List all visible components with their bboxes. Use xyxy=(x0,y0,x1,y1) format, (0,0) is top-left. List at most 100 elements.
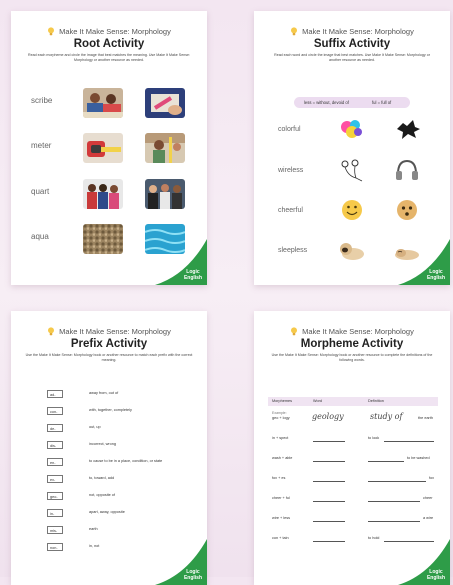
list-item: quart xyxy=(31,179,201,209)
list-item: con-with, together, completely xyxy=(47,407,207,418)
example-row: Example: geo + logy geology study of the… xyxy=(272,411,433,421)
definition-blank[interactable] xyxy=(368,461,404,462)
worksheet-header: Make It Make Sense: Morphology xyxy=(254,27,450,36)
morpheme-activity-card[interactable]: Make It Make Sense: Morphology Morpheme … xyxy=(254,311,450,585)
black-ink-splash-image xyxy=(397,120,420,139)
prefix-meaning: earth xyxy=(89,527,98,531)
handwritten-definition: study of xyxy=(370,412,403,421)
list-item: en-to cause to be in a place, condition,… xyxy=(47,458,207,469)
list-item: ex-to, toward, add xyxy=(47,475,207,486)
vocab-word: cheerful xyxy=(278,207,303,214)
suffix-activity-card[interactable]: Make It Make Sense: Morphology Suffix Ac… xyxy=(254,11,450,285)
worksheet-header: Make It Make Sense: Morphology xyxy=(254,327,450,336)
word-blank[interactable] xyxy=(313,461,345,462)
prefix-meaning: with, together, completely xyxy=(89,408,132,412)
list-item: ad-away from, out of xyxy=(47,390,207,401)
tape-measure-photo xyxy=(83,133,123,163)
word-blank[interactable] xyxy=(313,481,345,482)
prefix-meaning: to, toward, add xyxy=(89,476,115,480)
prefix-box[interactable]: en- xyxy=(47,458,63,466)
worksheet-instructions: Use the Make It Make Sense: Morphology b… xyxy=(271,353,433,362)
word-blank[interactable] xyxy=(313,441,345,442)
prefix-meaning: to cause to be in a place, condition, or… xyxy=(89,459,163,463)
worksheet-title: Morpheme Activity xyxy=(300,338,404,350)
worksheet-instructions: Read each morpheme and circle the image … xyxy=(27,53,190,62)
lightbulb-icon xyxy=(290,327,298,336)
worksheet-title: Root Activity xyxy=(73,38,145,50)
gravel-texture-photo xyxy=(83,224,123,254)
list-item: de-out, up xyxy=(47,424,207,435)
table-row: cheer + ful cheer xyxy=(272,496,433,502)
prefix-box[interactable]: non- xyxy=(47,543,63,551)
logic-of-english-logo: Logic English xyxy=(426,269,445,281)
prefix-box[interactable]: ex- xyxy=(47,475,63,483)
awake-pug-image xyxy=(340,243,364,260)
morpheme-word: scribe xyxy=(31,96,53,105)
prefix-box[interactable]: ad- xyxy=(47,390,63,398)
family-portrait-photo xyxy=(83,179,123,209)
word-blank[interactable] xyxy=(313,501,345,502)
table-row: wash + able to be washed xyxy=(272,456,430,462)
prefix-box[interactable]: in- xyxy=(47,509,63,517)
prefix-meaning: out, up xyxy=(89,425,101,429)
morpheme-word: quart xyxy=(31,187,50,196)
prefix-box[interactable]: dis- xyxy=(47,441,63,449)
handwritten-word: geology xyxy=(312,412,344,421)
list-item: cheerful xyxy=(278,198,438,224)
list-item: geo-not, opposite of xyxy=(47,492,207,503)
group-friends-photo xyxy=(145,179,185,209)
table-header: Morphemes Word Definition xyxy=(268,397,438,406)
neutral-face-image xyxy=(397,200,417,220)
color-splash-image xyxy=(341,120,362,138)
definition-blank[interactable] xyxy=(368,521,420,522)
crayon-hand-photo xyxy=(145,88,185,118)
prefix-meaning: apart, away, opposite xyxy=(89,510,125,514)
worksheet-instructions: Read each word and circle the image that… xyxy=(274,53,430,62)
logic-of-english-logo: Logic English xyxy=(183,569,202,581)
definition-blank[interactable] xyxy=(384,441,434,442)
logic-of-english-logo: Logic English xyxy=(183,269,202,281)
morpheme-word: meter xyxy=(31,141,52,150)
prefix-box[interactable]: geo- xyxy=(47,492,63,500)
morpheme-word: aqua xyxy=(31,232,49,241)
prefix-activity-card[interactable]: Make It Make Sense: Morphology Prefix Ac… xyxy=(11,311,207,585)
table-row: fox + es fox xyxy=(272,476,435,482)
vocab-word: wireless xyxy=(278,167,304,174)
list-item: scribe xyxy=(31,88,201,118)
logic-of-english-logo: Logic English xyxy=(426,569,445,581)
word-blank[interactable] xyxy=(313,521,345,522)
prefix-box[interactable]: con- xyxy=(47,407,63,415)
prefix-meaning: in, not xyxy=(89,544,100,548)
table-row: wire + less a wire xyxy=(272,516,434,522)
prefix-box[interactable]: mis- xyxy=(47,526,63,534)
prefix-box[interactable]: de- xyxy=(47,424,63,432)
definition-blank[interactable] xyxy=(368,481,426,482)
root-activity-card[interactable]: Make It Make Sense: Morphology Root Acti… xyxy=(11,11,207,285)
prefix-meaning: away from, out of xyxy=(89,391,119,395)
list-item: dis-incorrect, wrong xyxy=(47,441,207,452)
list-item: wireless xyxy=(278,158,438,184)
prefix-meaning: incorrect, wrong xyxy=(89,442,117,446)
suffix-key: less = without, devoid of ful = full of xyxy=(294,97,410,108)
worksheet-header: Make It Make Sense: Morphology xyxy=(11,27,207,36)
lightbulb-icon xyxy=(290,27,298,36)
list-item: meter xyxy=(31,133,201,163)
list-item: mis-earth xyxy=(47,526,207,537)
headphones-image xyxy=(396,159,418,180)
worksheet-instructions: Use the Make It Make Sense: Morphology b… xyxy=(25,353,193,362)
smiley-face-image xyxy=(342,200,362,220)
lightbulb-icon xyxy=(47,327,55,336)
list-item: colorful xyxy=(278,117,438,143)
definition-blank[interactable] xyxy=(368,501,420,502)
worksheet-header: Make It Make Sense: Morphology xyxy=(11,327,207,336)
table-row: in + spect to look xyxy=(268,431,438,445)
word-blank[interactable] xyxy=(313,541,345,542)
vocab-word: colorful xyxy=(278,126,301,133)
measuring-wall-photo xyxy=(145,133,185,163)
worksheet-title: Prefix Activity xyxy=(70,338,148,350)
writing-children-photo xyxy=(83,88,123,118)
lightbulb-icon xyxy=(47,27,55,36)
wired-earbuds-image xyxy=(341,159,363,182)
list-item: in-apart, away, opposite xyxy=(47,509,207,520)
worksheet-title: Suffix Activity xyxy=(313,38,391,50)
